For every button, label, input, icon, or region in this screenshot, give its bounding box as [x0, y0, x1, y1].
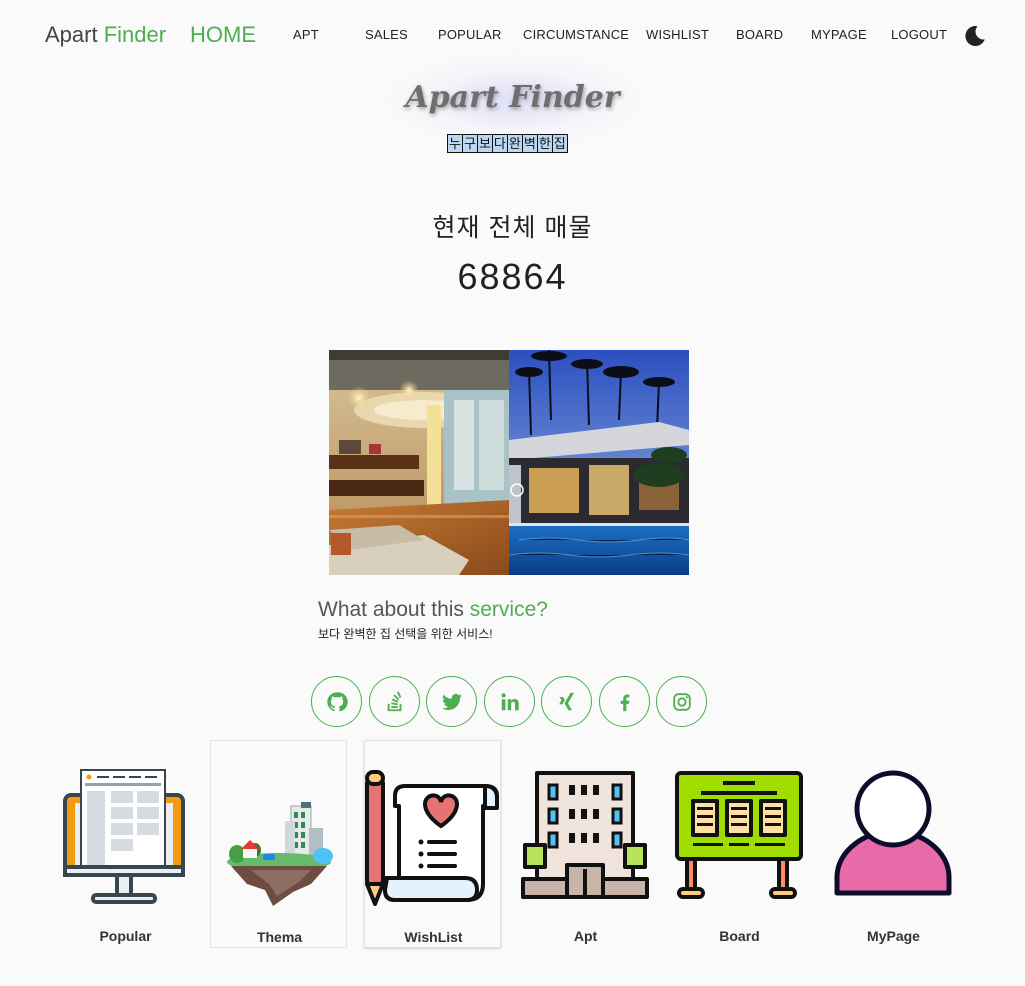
tagline-char: 집 — [551, 134, 568, 153]
facebook-icon[interactable] — [599, 676, 650, 727]
service-subtitle: 보다 완벽한 집 선택을 위한 서비스! — [318, 627, 493, 641]
wishlist-scroll-icon — [365, 766, 502, 906]
nav-item-popular[interactable]: POPULAR — [438, 27, 502, 42]
bulletin-board-icon — [671, 765, 808, 905]
card-popular[interactable]: Popular — [57, 740, 194, 948]
card-board[interactable]: Board — [671, 740, 808, 948]
tagline-char: 구 — [461, 134, 478, 153]
villa-pool-photo — [509, 350, 689, 575]
listing-count-label: 현재 전체 매물 — [432, 214, 593, 242]
moon-icon[interactable] — [963, 24, 987, 48]
hero-tagline: 누 구 보 다 완 벽 한 집 — [447, 134, 568, 153]
apartment-building-icon — [517, 765, 654, 905]
card-wishlist[interactable]: WishList — [364, 740, 501, 948]
linkedin-icon[interactable] — [484, 676, 535, 727]
card-apt[interactable]: Apt — [517, 740, 654, 948]
interior-photo — [329, 350, 509, 575]
card-thema[interactable]: Thema — [210, 740, 347, 948]
nav-item-mypage[interactable]: MYPAGE — [811, 27, 867, 42]
tagline-char: 누 — [447, 134, 463, 153]
hero-title: Apart Finder — [405, 80, 620, 115]
tagline-char: 완 — [506, 134, 523, 153]
tagline-char: 보 — [476, 134, 493, 153]
tagline-char: 벽 — [521, 134, 538, 153]
card-mypage[interactable]: MyPage — [825, 740, 962, 948]
stackoverflow-icon[interactable] — [369, 676, 420, 727]
monitor-icon — [57, 765, 194, 905]
listing-count-value: 68864 — [457, 256, 568, 297]
user-profile-icon — [825, 765, 962, 905]
nav-item-apt[interactable]: APT — [293, 27, 319, 42]
nav-item-board[interactable]: BOARD — [736, 27, 783, 42]
card-popular-label: Popular — [99, 928, 152, 944]
nav-home-link[interactable]: HOME — [190, 22, 256, 48]
github-icon[interactable] — [311, 676, 362, 727]
floating-island-icon — [211, 766, 348, 906]
twitter-icon[interactable] — [426, 676, 477, 727]
card-thema-label: Thema — [256, 929, 303, 945]
tagline-char: 한 — [536, 134, 553, 153]
nav-item-circumstance[interactable]: CIRCUMSTANCE — [523, 27, 629, 42]
instagram-icon[interactable] — [656, 676, 707, 727]
xing-icon[interactable] — [541, 676, 592, 727]
service-heading: What about this service? — [318, 598, 548, 622]
service-heading-accent: service? — [469, 598, 548, 621]
card-board-label: Board — [719, 928, 760, 944]
brand-text-apart: Apart — [45, 22, 104, 47]
nav-item-wishlist[interactable]: WISHLIST — [646, 27, 709, 42]
card-apt-label: Apt — [573, 928, 598, 944]
card-wishlist-label: WishList — [404, 929, 463, 945]
tagline-char: 다 — [491, 134, 508, 153]
nav-item-logout[interactable]: LOGOUT — [891, 27, 947, 42]
brand-text-finder: Finder — [103, 22, 167, 47]
brand-logo[interactable]: Apart Finder — [45, 22, 166, 48]
service-heading-text: What about this — [318, 598, 470, 621]
card-mypage-label: MyPage — [867, 928, 920, 944]
nav-item-sales[interactable]: SALES — [365, 27, 408, 42]
